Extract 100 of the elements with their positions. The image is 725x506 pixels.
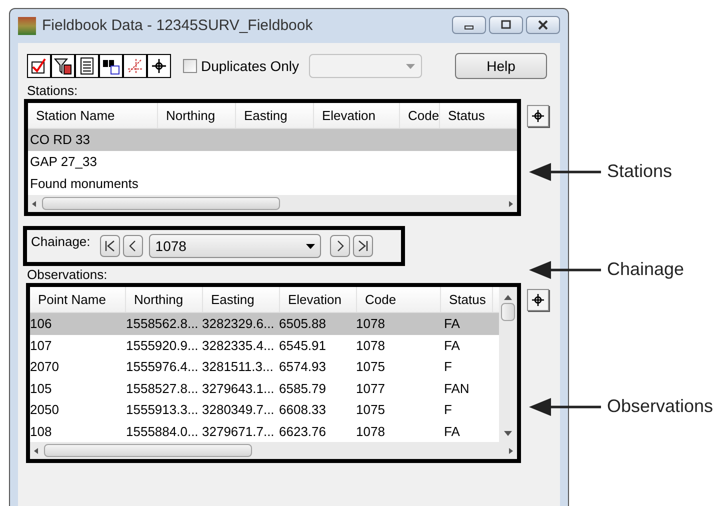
crosshair-icon <box>531 109 545 123</box>
table-cell-text: 6545.91 <box>279 336 327 354</box>
help-button[interactable]: Help <box>455 53 547 79</box>
callout-arrow <box>529 398 601 416</box>
table-cell-text: 1555884.0... <box>126 422 200 440</box>
scroll-up-icon <box>504 295 512 300</box>
maximize-button[interactable] <box>489 16 523 34</box>
observations-label: Observations: <box>27 267 108 283</box>
toolbar-button[interactable] <box>99 54 123 78</box>
dropdown-arrow-icon <box>406 64 416 68</box>
vertical-scrollbar[interactable] <box>499 287 517 442</box>
column-header[interactable]: Elevation <box>314 103 400 128</box>
column-header[interactable]: Northing <box>158 103 236 128</box>
table-cell-text: 107 <box>30 336 53 354</box>
toolbar-button[interactable] <box>123 54 147 78</box>
table-cell-text: FA <box>443 422 461 440</box>
locate-button[interactable] <box>527 105 549 127</box>
window-title: Fieldbook Data - 12345SURV_Fieldbook <box>42 16 313 36</box>
table-cell-text: 2050 <box>30 401 60 419</box>
table-cell-text: F <box>443 401 453 419</box>
table-cell-text: 3279643.1... <box>202 380 276 398</box>
checklist-icon <box>30 57 48 75</box>
table-cell-text: F <box>443 358 453 376</box>
station-name: CO RD 33 <box>30 131 90 150</box>
callout-arrow <box>529 162 601 180</box>
table-cell-text: 6574.93 <box>279 358 327 376</box>
chainage-dropdown[interactable]: 1078 <box>149 234 322 258</box>
table-cell-text: 1075 <box>356 358 386 376</box>
filter-icon <box>54 57 72 75</box>
column-header[interactable]: Elevation <box>280 287 357 312</box>
table-cell-text: 1555913.3... <box>126 401 200 419</box>
callout-arrow <box>529 260 601 278</box>
close-icon <box>537 20 549 30</box>
app-logo-icon <box>18 17 36 35</box>
minimize-button[interactable] <box>452 16 486 34</box>
table-cell-text: 1078 <box>356 315 386 333</box>
stations-label: Stations: <box>27 83 79 99</box>
table-cell-text: FAN <box>443 380 470 398</box>
duplicates-only-checkbox[interactable]: Duplicates Only <box>183 56 300 76</box>
column-header[interactable]: Status <box>440 103 517 128</box>
station-name: Found monuments <box>30 175 138 194</box>
scroll-left-icon <box>30 200 38 208</box>
station-name: GAP 27_33 <box>30 153 97 172</box>
toolbar-button[interactable] <box>27 54 51 78</box>
scroll-left-icon <box>32 446 40 454</box>
last-button[interactable] <box>353 235 374 257</box>
table-cell-text: 105 <box>30 380 53 398</box>
toolbar-button[interactable] <box>75 54 99 78</box>
table-cell-text: 1558562.8... <box>126 315 200 333</box>
column-header[interactable]: Status <box>441 287 493 312</box>
table-cell-text: 3280349.7... <box>202 401 276 419</box>
column-header[interactable]: Point Name <box>30 287 126 312</box>
next-button[interactable] <box>330 235 350 257</box>
table-cell-text: FA <box>443 315 461 333</box>
table-cell-text: 3279671.7... <box>202 422 276 440</box>
table-cell-text: 1555976.4... <box>126 358 200 376</box>
table-cell-text: 6505.88 <box>279 315 327 333</box>
table-cell-text: 1078 <box>356 422 386 440</box>
document-icon <box>78 57 96 75</box>
maximize-icon <box>500 20 512 30</box>
table-cell-text: 108 <box>30 422 53 440</box>
table-cell-text: 106 <box>30 315 53 333</box>
callout-label: Chainage <box>607 258 684 281</box>
column-header[interactable]: Easting <box>236 103 314 128</box>
dropdown-arrow-icon <box>306 244 316 248</box>
table-cell-text: 1558527.8... <box>126 380 200 398</box>
callout-label: Stations <box>607 160 672 183</box>
horizontal-scrollbar[interactable] <box>30 442 517 459</box>
column-header[interactable]: Station Name <box>28 103 158 128</box>
table-cell-text: 1555920.9... <box>126 336 200 354</box>
table-cell-text: 1078 <box>356 336 386 354</box>
table-cell-text: 6585.79 <box>279 380 327 398</box>
close-button[interactable] <box>526 16 560 34</box>
table-cell-text: 1075 <box>356 401 386 419</box>
table-cell-text: 6608.33 <box>279 401 327 419</box>
column-header[interactable]: Code <box>357 287 441 312</box>
station-row[interactable]: CO RD 33 <box>28 129 517 151</box>
horizontal-scrollbar[interactable] <box>28 195 517 212</box>
toolbar-button[interactable] <box>147 54 171 78</box>
table-cell-text: 3281511.3... <box>202 358 274 376</box>
crosshair-icon <box>531 293 545 307</box>
column-header[interactable]: Easting <box>203 287 280 312</box>
prev-button[interactable] <box>123 235 144 257</box>
scroll-right-icon <box>507 446 515 454</box>
first-button[interactable] <box>100 235 120 257</box>
table-cell-text: 3282329.6... <box>202 315 276 333</box>
observation-row[interactable]: 106 1558562.8... 3282329.6... 6505.88 1078 FA <box>30 313 499 334</box>
locate-button[interactable] <box>527 289 549 311</box>
chainage-label: Chainage: <box>31 233 90 251</box>
table-cell-text: 2070 <box>30 358 60 376</box>
scrollbar-thumb[interactable] <box>44 444 252 457</box>
scroll-right-icon <box>507 200 515 208</box>
column-header[interactable]: Code <box>400 103 440 128</box>
column-header[interactable]: Northing <box>126 287 203 312</box>
table-cell-text: 3282335.4... <box>202 336 276 354</box>
toolbar-button[interactable] <box>51 54 75 78</box>
table-cell-text: 1077 <box>356 380 386 398</box>
scrollbar-thumb[interactable] <box>42 197 280 210</box>
graph-icon <box>126 57 144 75</box>
scrollbar-thumb[interactable] <box>501 303 515 321</box>
